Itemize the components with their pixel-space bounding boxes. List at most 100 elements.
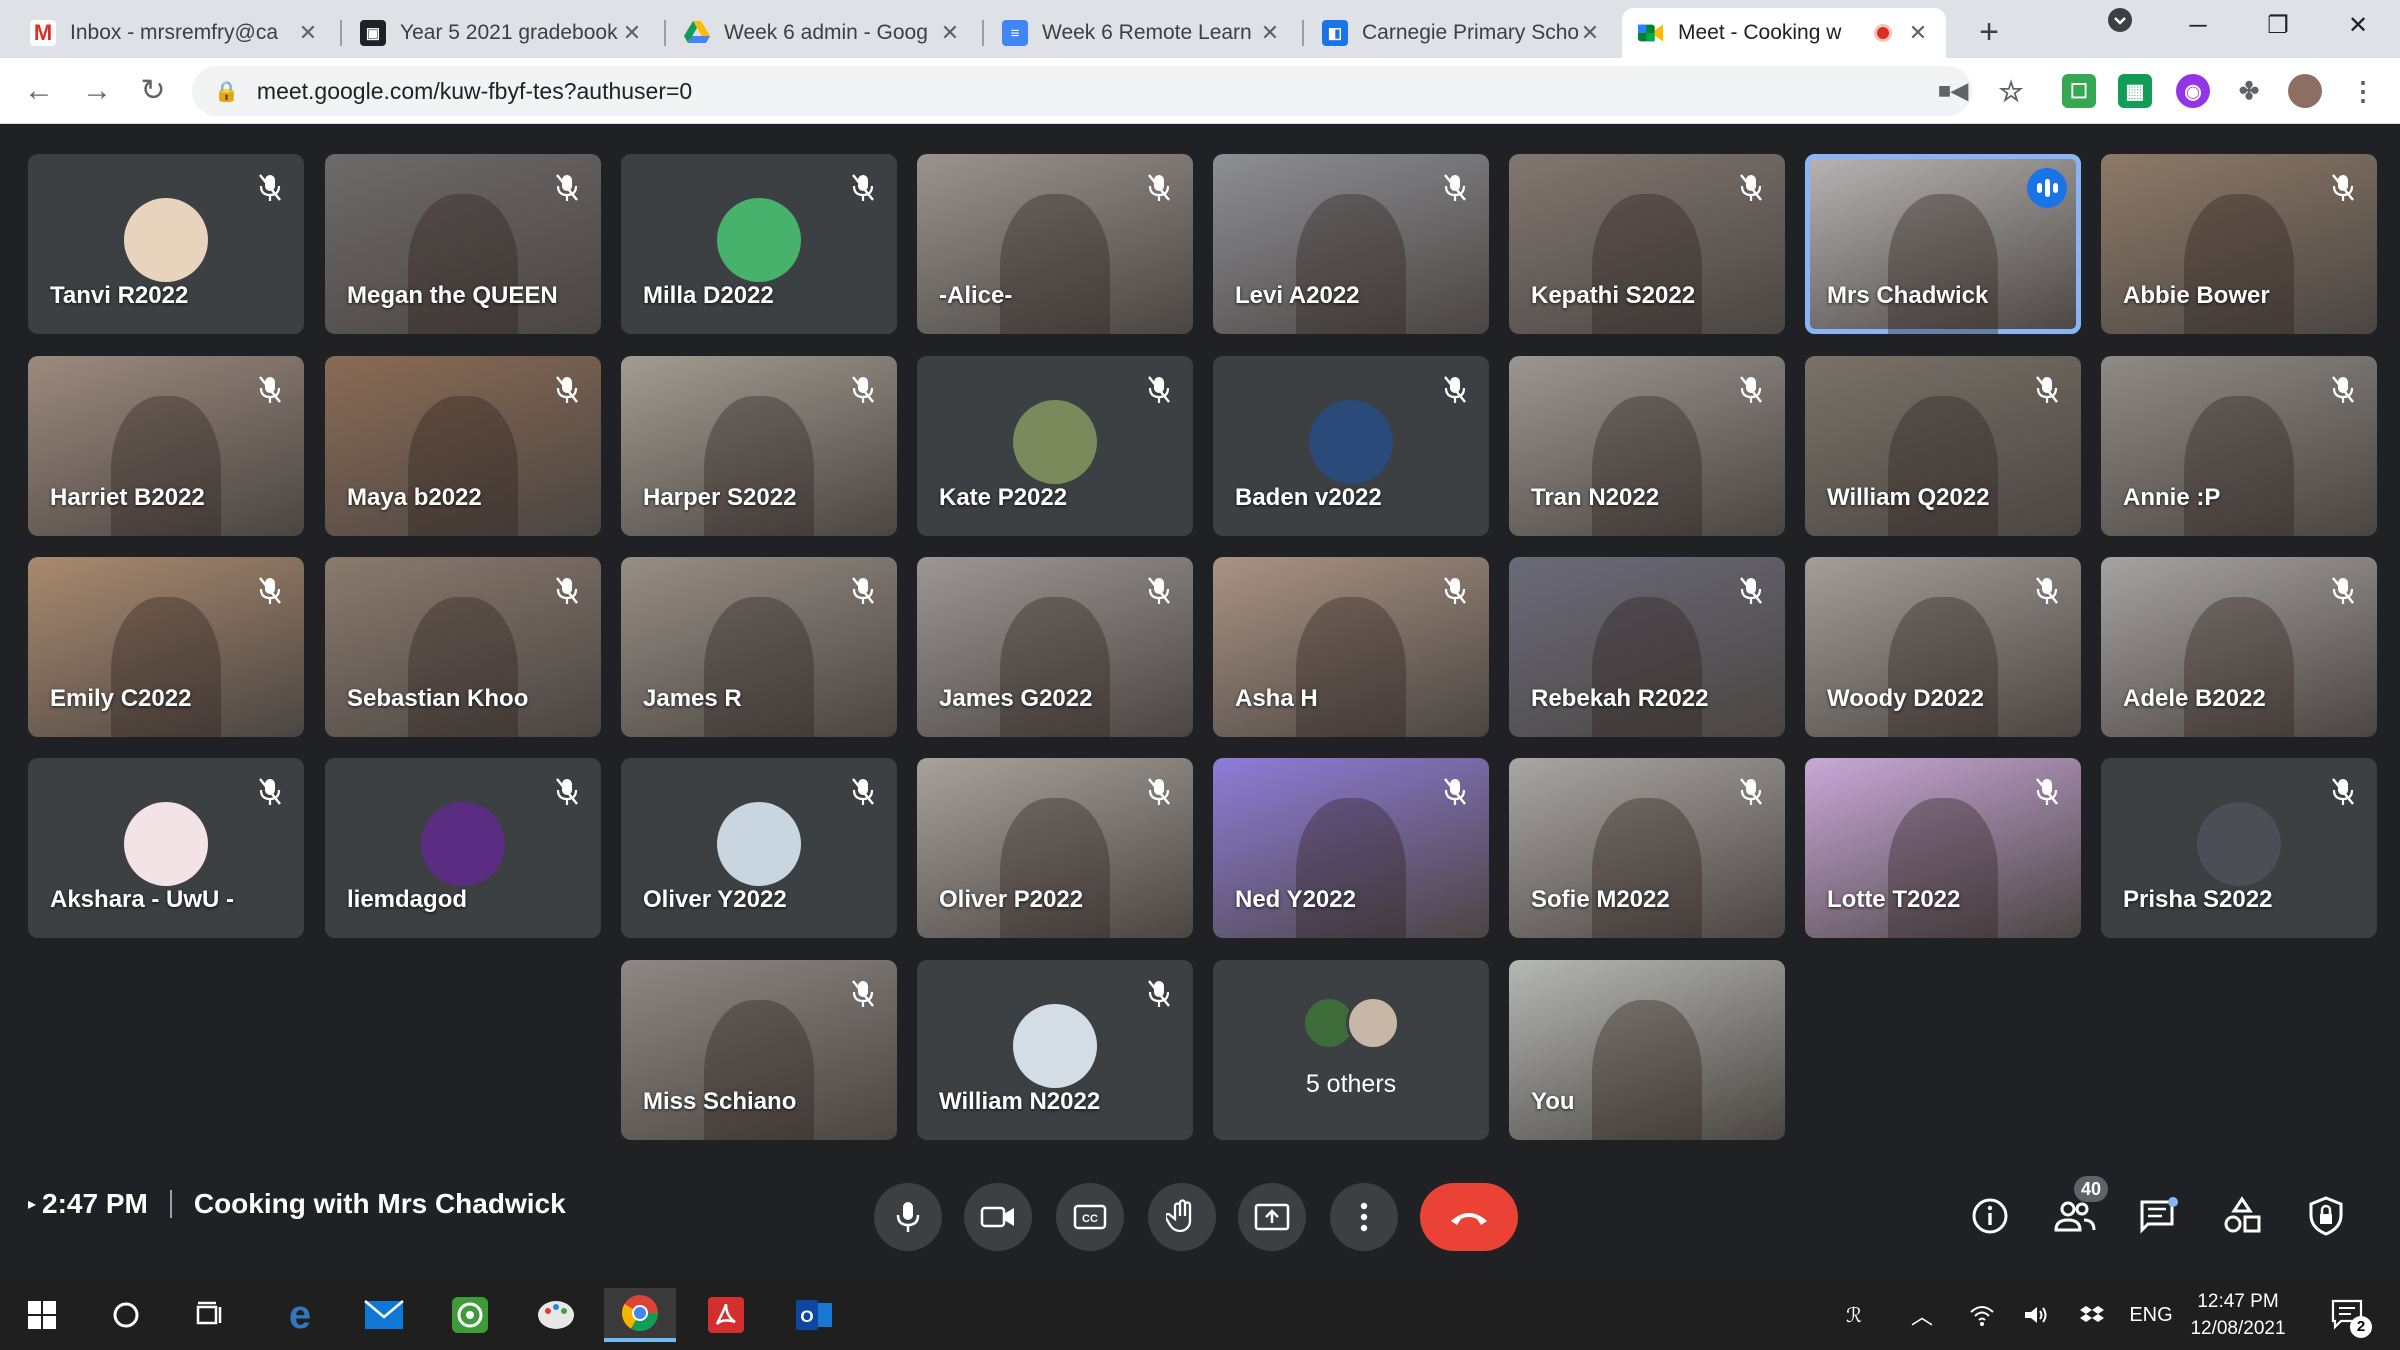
- participant-tile[interactable]: James R: [621, 557, 897, 737]
- tab-drive[interactable]: Week 6 admin - Goog ✕: [668, 8, 978, 58]
- participant-tile[interactable]: Annie :P: [2101, 356, 2377, 536]
- close-icon[interactable]: ✕: [1258, 20, 1282, 46]
- participant-tile[interactable]: Sofie M2022: [1509, 758, 1785, 938]
- search-button[interactable]: [90, 1288, 162, 1342]
- participant-tile[interactable]: Tran N2022: [1509, 356, 1785, 536]
- captions-button[interactable]: CC: [1056, 1183, 1124, 1251]
- microphone-button[interactable]: [874, 1183, 942, 1251]
- forward-button[interactable]: →: [76, 70, 118, 112]
- participant-tile[interactable]: Sebastian Khoo: [325, 557, 601, 737]
- participant-tile[interactable]: Kate P2022: [917, 356, 1193, 536]
- task-view-button[interactable]: [174, 1288, 246, 1342]
- extension-grid-icon[interactable]: ▦: [2118, 74, 2152, 108]
- participant-tile[interactable]: You: [1509, 960, 1785, 1140]
- lock-icon[interactable]: 🔒: [214, 79, 239, 104]
- participants-button[interactable]: 40: [2046, 1176, 2108, 1244]
- participant-tile[interactable]: Abbie Bower: [2101, 154, 2377, 334]
- taskbar-green-app[interactable]: [434, 1288, 506, 1342]
- close-icon[interactable]: ✕: [1906, 20, 1930, 46]
- participant-tile[interactable]: Akshara - UwU -: [28, 758, 304, 938]
- raise-hand-button[interactable]: [1148, 1183, 1216, 1251]
- participant-tile[interactable]: Harper S2022: [621, 356, 897, 536]
- participant-tile[interactable]: Ned Y2022: [1213, 758, 1489, 938]
- more-options-button[interactable]: [1330, 1183, 1398, 1251]
- tab-gmail[interactable]: M Inbox - mrsremfry@ca ✕: [14, 8, 336, 58]
- participant-tile[interactable]: Asha H: [1213, 557, 1489, 737]
- present-screen-button[interactable]: [1238, 1183, 1306, 1251]
- mic-off-icon: [1735, 374, 1767, 406]
- tab-docs[interactable]: ≡ Week 6 Remote Learn ✕: [986, 8, 1298, 58]
- restore-button[interactable]: ❐: [2248, 6, 2308, 46]
- taskbar-outlook[interactable]: O: [778, 1288, 850, 1342]
- others-tile[interactable]: 5 others: [1213, 960, 1489, 1140]
- participant-tile[interactable]: Levi A2022: [1213, 154, 1489, 334]
- show-hidden-icons-icon[interactable]: ︿: [1904, 1280, 1940, 1350]
- chat-button[interactable]: [2130, 1188, 2186, 1244]
- participant-tile[interactable]: Baden v2022: [1213, 356, 1489, 536]
- tab-gradebook[interactable]: ▣ Year 5 2021 gradebook ✕: [344, 8, 660, 58]
- participant-tile[interactable]: Emily C2022: [28, 557, 304, 737]
- camera-button[interactable]: [964, 1183, 1032, 1251]
- participant-tile[interactable]: Mrs Chadwick: [1805, 154, 2081, 334]
- tab-search-button[interactable]: [2090, 6, 2150, 46]
- taskbar-acrobat[interactable]: [690, 1288, 762, 1342]
- new-tab-button[interactable]: +: [1968, 12, 2010, 54]
- tab-meet[interactable]: Meet - Cooking w ✕: [1622, 8, 1946, 58]
- action-center-button[interactable]: 2: [2320, 1280, 2376, 1350]
- close-icon[interactable]: ✕: [1578, 20, 1602, 46]
- extension-purple-icon[interactable]: ◉: [2176, 74, 2210, 108]
- window-close-button[interactable]: ✕: [2328, 6, 2388, 46]
- extension-green-icon[interactable]: ☐: [2062, 74, 2096, 108]
- close-icon[interactable]: ✕: [938, 20, 962, 46]
- task-view-icon: [196, 1301, 222, 1325]
- participant-tile[interactable]: Lotte T2022: [1805, 758, 2081, 938]
- address-bar[interactable]: 🔒 meet.google.com/kuw-fbyf-tes?authuser=…: [192, 66, 1972, 116]
- reload-button[interactable]: ↻: [132, 70, 174, 112]
- participant-tile[interactable]: Megan the QUEEN: [325, 154, 601, 334]
- more-menu-icon[interactable]: ⋮: [2346, 74, 2380, 108]
- participant-tile[interactable]: Oliver P2022: [917, 758, 1193, 938]
- participant-tile[interactable]: William Q2022: [1805, 356, 2081, 536]
- participant-tile[interactable]: liemdagod: [325, 758, 601, 938]
- participant-tile[interactable]: Kepathi S2022: [1509, 154, 1785, 334]
- tab-sites[interactable]: ◧ Carnegie Primary Scho ✕: [1306, 8, 1618, 58]
- recording-indicator-icon: [1874, 24, 1892, 42]
- start-button[interactable]: [6, 1288, 78, 1342]
- taskbar-paint[interactable]: [520, 1288, 592, 1342]
- volume-icon[interactable]: [2016, 1280, 2056, 1350]
- participant-tile[interactable]: Rebekah R2022: [1509, 557, 1785, 737]
- participant-tile[interactable]: James G2022: [917, 557, 1193, 737]
- taskbar-edge[interactable]: e: [264, 1288, 336, 1342]
- participant-tile[interactable]: Adele B2022: [2101, 557, 2377, 737]
- browser-tab-strip: M Inbox - mrsremfry@ca ✕ ▣ Year 5 2021 g…: [0, 0, 2400, 58]
- taskbar-mail[interactable]: [348, 1288, 420, 1342]
- participant-tile[interactable]: Oliver Y2022: [621, 758, 897, 938]
- participant-tile[interactable]: Woody D2022: [1805, 557, 2081, 737]
- host-controls-button[interactable]: [2298, 1188, 2354, 1244]
- participant-tile[interactable]: Prisha S2022: [2101, 758, 2377, 938]
- language-indicator[interactable]: ENG: [2124, 1280, 2178, 1350]
- wifi-icon[interactable]: [1962, 1280, 2002, 1350]
- bookmark-star-icon[interactable]: ☆: [1994, 74, 2028, 108]
- participant-tile[interactable]: Tanvi R2022: [28, 154, 304, 334]
- meeting-details-button[interactable]: [1962, 1188, 2018, 1244]
- close-icon[interactable]: ✕: [620, 20, 644, 46]
- participant-tile[interactable]: Milla D2022: [621, 154, 897, 334]
- participant-tile[interactable]: William N2022: [917, 960, 1193, 1140]
- leave-call-button[interactable]: [1420, 1183, 1518, 1251]
- participant-tile[interactable]: -Alice-: [917, 154, 1193, 334]
- system-clock[interactable]: 12:47 PM 12/08/2021: [2178, 1288, 2298, 1342]
- participant-tile[interactable]: Harriet B2022: [28, 356, 304, 536]
- taskbar-chrome[interactable]: [604, 1288, 676, 1342]
- participant-tile[interactable]: Miss Schiano: [621, 960, 897, 1140]
- camera-permission-icon[interactable]: ■◀: [1936, 74, 1970, 108]
- extensions-puzzle-icon[interactable]: ✤: [2232, 74, 2266, 108]
- back-button[interactable]: ←: [18, 70, 60, 112]
- dropbox-icon[interactable]: [2072, 1280, 2112, 1350]
- minimize-button[interactable]: ─: [2168, 6, 2228, 46]
- activities-button[interactable]: [2214, 1188, 2270, 1244]
- close-icon[interactable]: ✕: [296, 20, 320, 46]
- participant-tile[interactable]: Maya b2022: [325, 356, 601, 536]
- profile-avatar[interactable]: [2288, 74, 2322, 108]
- people-tray-icon[interactable]: ℛ: [1834, 1280, 1874, 1350]
